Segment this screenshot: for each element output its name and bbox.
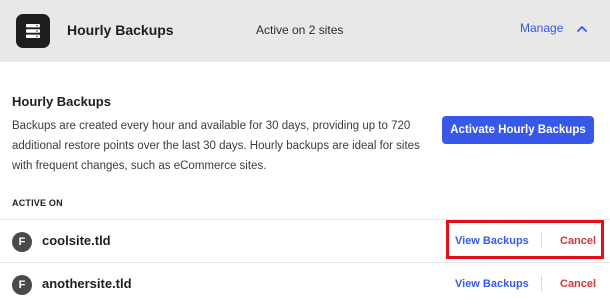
site-avatar: F [12, 232, 32, 252]
hourly-backups-panel: Hourly Backups Active on 2 sites Manage … [0, 0, 610, 306]
addon-header[interactable]: Hourly Backups Active on 2 sites Manage [0, 0, 610, 62]
manage-toggle[interactable]: Manage [520, 21, 588, 35]
site-name: coolsite.tld [42, 233, 111, 248]
activate-hourly-backups-button[interactable]: Activate Hourly Backups [442, 116, 594, 144]
chevron-up-icon [577, 25, 588, 32]
section-description: Backups are created every hour and avail… [12, 120, 420, 172]
section-title: Hourly Backups [12, 94, 111, 109]
action-separator [541, 275, 542, 291]
manage-label: Manage [520, 21, 564, 35]
view-backups-link[interactable]: View Backups [455, 278, 529, 290]
active-on-heading: ACTIVE ON [12, 198, 63, 208]
site-name: anothersite.tld [42, 276, 132, 291]
server-stack-icon [16, 14, 50, 48]
highlight-annotation [446, 220, 604, 259]
site-avatar: F [12, 275, 32, 295]
site-row: F anothersite.tld View Backups Cancel [0, 263, 610, 303]
active-summary: Active on 2 sites [256, 23, 344, 37]
cancel-link[interactable]: Cancel [560, 278, 596, 290]
addon-title: Hourly Backups [67, 22, 174, 38]
